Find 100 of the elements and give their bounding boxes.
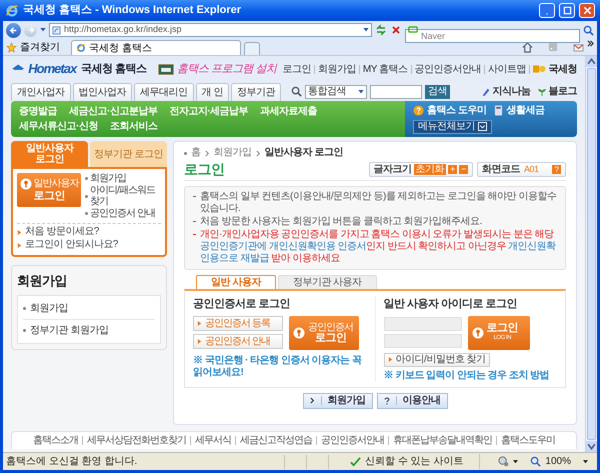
caret-icon[interactable] [40,28,46,32]
screen-code-value: A01 [524,162,540,176]
page-title: 로그인 [184,160,226,179]
agency-name[interactable]: 국세청 [548,62,578,76]
star-icon[interactable] [6,42,17,52]
status-text: 홈택스에 오신걸 환영 합니다. [6,455,138,469]
nav-tab[interactable]: 법인사업자 [72,83,132,101]
nav-tab[interactable]: 개 인 [196,83,229,101]
top-link[interactable]: 사이트맵 [488,62,526,76]
refresh-icon[interactable] [375,24,387,36]
life-tax-link[interactable]: 생활세금 [506,104,544,116]
top-link[interactable]: MY 홈택스 [362,62,408,76]
search-field[interactable]: Naver [405,29,580,43]
find-account-button[interactable]: 아이디/비밀번호 찾기 [384,352,490,366]
mail-icon[interactable] [573,42,584,52]
section-link[interactable]: 정부기관 회원가입 [30,322,108,338]
chevron-icon [310,397,314,404]
search-scope-dropdown[interactable]: 통합검색 [304,84,367,98]
browser-tab[interactable]: 국세청 홈택스 [71,40,241,55]
caret-icon [358,90,364,94]
caret-icon[interactable] [583,460,588,464]
window-title: 국세청 홈택스 - Windows Internet Explorer [23,3,242,18]
pen-icon [480,86,490,96]
top-link[interactable]: 공인인증서안내 [414,62,482,76]
maximize-button[interactable] [559,3,575,18]
address-text: http://hometax.go.kr/index.jsp [64,23,183,36]
breadcrumb-item[interactable]: 일반사용자 로그인 [264,147,343,159]
sidebar-link[interactable]: 공인인증서 안내 [90,208,155,219]
notice-text: 처음 방문한 사용자는 회원가입 버튼을 클릭하고 회원가입해주세요. [200,216,482,228]
top-link[interactable]: 회원가입 [318,62,356,76]
bullet-icon [184,152,187,154]
help-icon [413,105,424,116]
nav-link[interactable]: 블로그 [548,84,577,99]
footer-link[interactable]: 세무서식 [195,433,231,448]
nav-link[interactable]: 지식나눔 [492,84,530,99]
ie-logo-icon [5,4,19,18]
search-icon[interactable] [583,24,594,36]
agency-mark-icon [533,64,546,74]
scrollbar-thumb[interactable] [587,68,596,440]
more-chevron-icon[interactable] [587,40,594,47]
ie-logo-icon [76,43,86,53]
page-icon [52,26,61,34]
triangle-bullet-icon [197,339,202,344]
help-link[interactable]: 처음 방문이세요? [25,226,99,238]
globe-lock-icon[interactable] [498,456,510,467]
breadcrumb-item[interactable]: 회원가입 [214,147,252,159]
close-button[interactable] [579,3,595,18]
triangle-bullet-icon [388,357,392,362]
maximize-icon [562,5,572,16]
check-icon [350,456,362,467]
footer-link[interactable]: 세무서상담전화번호찾기 [87,433,186,448]
top-link[interactable]: 로그인 [282,62,311,76]
all-menu-button[interactable]: 메뉴전체보기 [413,120,492,134]
section-link[interactable]: 회원가입 [30,300,68,316]
footer-link[interactable]: 홈택스도우미 [501,433,555,448]
nav-tab[interactable]: 개인사업자 [11,83,70,101]
key-icon [472,326,484,338]
footer-link[interactable]: 공인인증서안내 [321,433,384,448]
scroll-up-icon [586,56,597,67]
page-button[interactable]: 회원가입 [302,392,372,408]
triangle-bullet-icon [17,230,22,234]
back-arrow-icon [9,26,18,34]
sidebar-link[interactable]: 아이디/패스워드 찾기 [90,185,161,207]
stop-icon[interactable] [390,24,402,36]
footer-link[interactable]: 홈택스소개 [33,433,78,448]
bullet-icon [23,328,26,332]
helper-link[interactable]: 홈택스 도우미 [427,104,486,116]
address-field[interactable]: http://hometax.go.kr/index.jsp [49,23,372,37]
logo-text[interactable]: Hometax [28,59,76,79]
user-id-field[interactable] [384,317,462,331]
install-banner[interactable]: 홈택스 프로그램 설치 [176,60,276,78]
home-icon[interactable] [522,42,533,52]
user-type-tab[interactable]: 정부기관 사용자 [278,275,377,289]
caret-icon[interactable] [513,460,518,464]
bank-certificate-link[interactable]: ※ 국민은행 · 타은행 인증서 이용자는 꼭 읽어보세요! [193,354,366,378]
page-button[interactable]: 이용안내 [376,392,448,408]
zoom-icon[interactable] [530,456,542,467]
nav-tab[interactable]: 정부기관 [230,83,281,101]
footer-link[interactable]: 세금신고작성연습 [240,433,312,448]
sidebar-link[interactable]: 회원가입 [90,173,126,184]
minimize-button[interactable] [539,3,555,18]
keyboard-help-link[interactable]: ※ 키보드 입력이 안되는 경우 조치 방법 [384,370,557,382]
back-button[interactable] [6,22,21,38]
close-icon [582,5,592,16]
nav-tab[interactable]: 세무대리인 [134,83,194,101]
breadcrumb-item[interactable]: 홈 [191,147,200,159]
warning-text: 개인·개인사업자용 공인인증서를 가지고 홈택스 이용시 오류가 발생되시는 분은 해당 공인인증기관에 개인신원확인용 인증서인지 반드시 확인하시고 아닌경우 개인신원확인용으로 재발급 받아 이용하세요 [200,229,557,265]
search-button[interactable]: 검색 [424,84,450,98]
zoom-level[interactable]: 100% [545,454,571,469]
scrollbar[interactable] [585,56,597,452]
bullet-icon [23,306,26,310]
bullet-icon [85,194,88,198]
chevron-icon [204,150,210,156]
footer-link[interactable]: 휴대폰납부송달내역확인 [393,433,492,448]
search-input[interactable] [370,84,422,98]
caret-icon [478,122,487,131]
favorites-button[interactable]: 즐겨찾기 [20,40,60,54]
caret-icon[interactable] [363,28,369,32]
password-field[interactable] [384,334,462,348]
help-link[interactable]: 로그인이 안되시나요? [25,239,118,251]
